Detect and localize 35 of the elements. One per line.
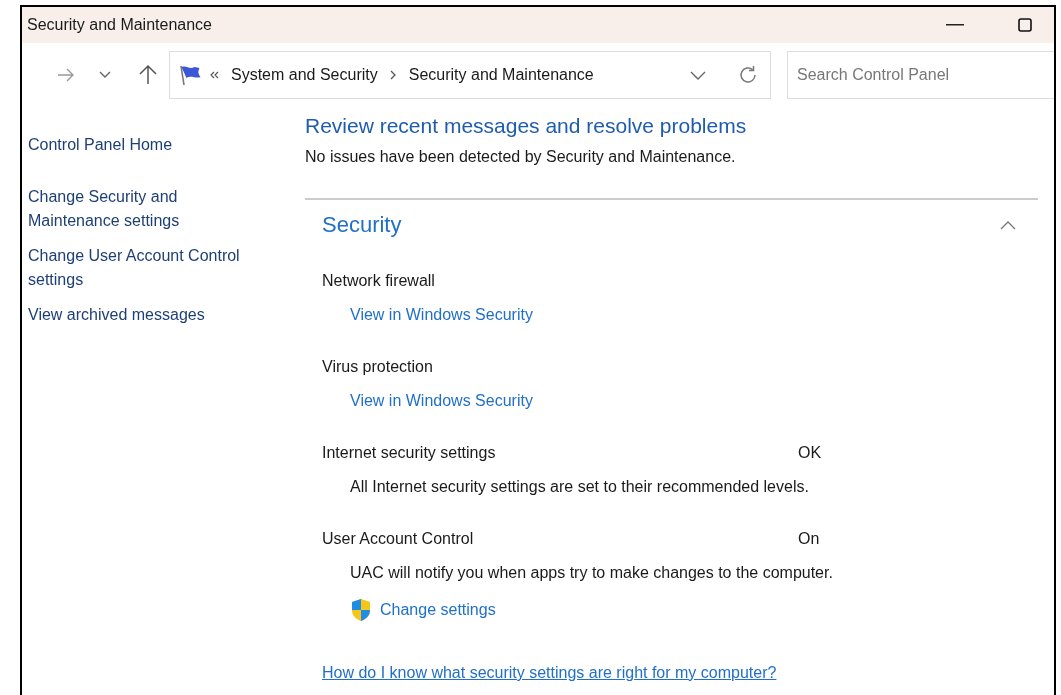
minimize-icon[interactable] [946,24,964,26]
maximize-icon[interactable] [1018,18,1032,32]
item-link[interactable]: Change settings [380,601,496,619]
help-link[interactable]: How do I know what security settings are right for my computer? [322,664,777,682]
up-icon[interactable] [139,65,157,85]
page-heading: Review recent messages and resolve problems [305,113,748,139]
item-name: Internet security settings [322,444,497,462]
search-field[interactable]: Search Control Panel [787,51,1054,99]
sidebar-link[interactable]: Control Panel Home [28,133,268,157]
item-link[interactable]: View in Windows Security [350,392,533,410]
item-description: UAC will notify you when apps try to make changes to the computer. [349,564,834,582]
collapse-icon[interactable] [1000,220,1016,230]
dropdown-icon[interactable] [99,71,111,79]
refresh-icon[interactable] [738,65,758,85]
chevron-icon [389,70,397,80]
item-name: Virus protection [322,358,434,376]
breadcrumb[interactable]: Security and Maintenance [408,66,594,84]
item-name: Network firewall [322,272,436,290]
forward-icon[interactable] [57,68,75,82]
overflow-icon[interactable] [210,71,219,79]
dropdown-icon[interactable] [690,70,706,80]
sidebar-link[interactable]: Change User Account Control settings [28,244,268,292]
item-link[interactable]: View in Windows Security [350,306,533,324]
breadcrumb[interactable]: System and Security [231,66,378,84]
section-title: Security [322,212,402,238]
status-text: On [798,530,820,548]
item-name: User Account Control [322,530,475,548]
address-bar[interactable]: System and Security Security and Maintenance [169,51,771,99]
status-text: OK [798,444,822,462]
summary-text: No issues have been detected by Security and Maintenance. [305,148,737,166]
window-title: Security and Maintenance [27,16,212,34]
sidebar-link[interactable]: Change Security and Maintenance settings [28,185,268,233]
flag-icon [178,64,202,86]
sidebar-link[interactable]: View archived messages [28,303,268,327]
item-description: All Internet security settings are set to their recommended levels. [349,478,810,496]
